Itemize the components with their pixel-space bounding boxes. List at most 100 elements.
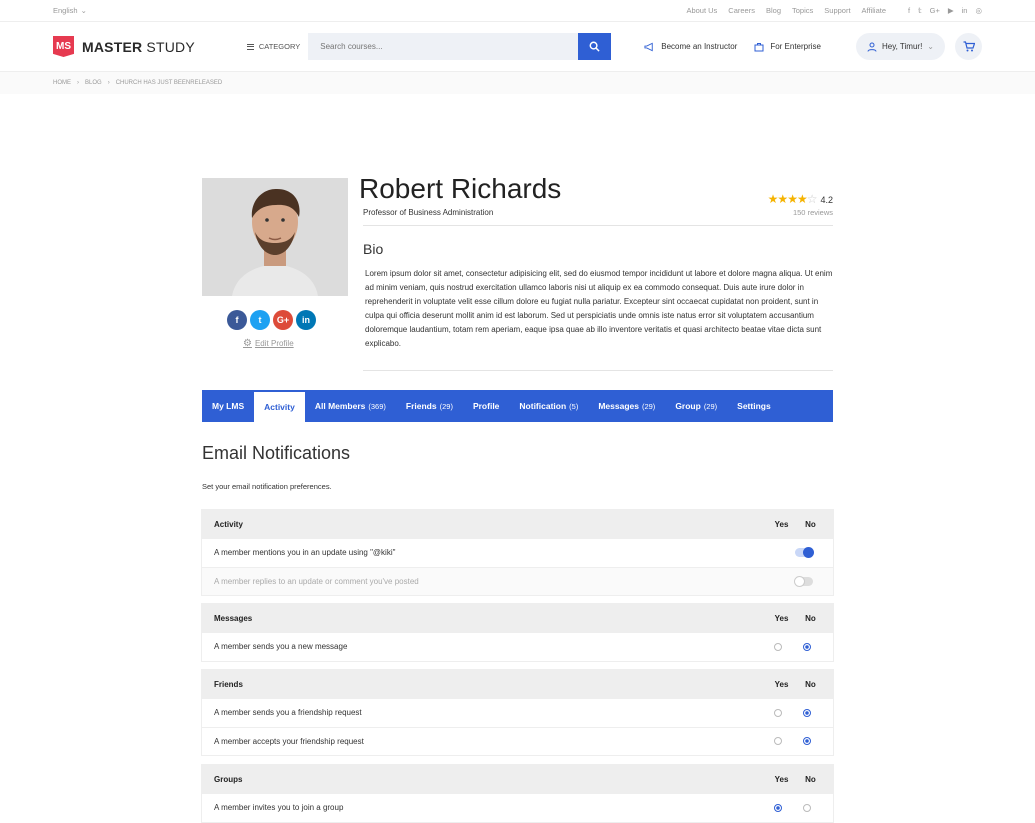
no-radio[interactable] [792,803,821,812]
breadcrumb-item[interactable]: BLOG [85,80,102,86]
linkedin-icon: in [302,315,310,325]
tab-count: (29) [703,401,718,411]
top-link-affiliate[interactable]: Affiliate [862,6,886,15]
section-header: Messages Yes No [202,604,833,632]
tab-notification[interactable]: Notification (5) [509,390,588,422]
yes-column-label: Yes [774,774,789,784]
language-selector[interactable]: English ⌄ [53,6,87,15]
notification-row: A member mentions you in an update using… [202,538,833,567]
section-title: Groups [214,774,243,784]
top-link-careers[interactable]: Careers [728,6,755,15]
notification-toggle[interactable] [794,575,813,587]
twitter-icon[interactable]: 𝕥 [918,6,922,15]
become-instructor-link[interactable]: Become an Instructor [644,42,737,52]
top-link-support[interactable]: Support [824,6,850,15]
yes-radio[interactable] [763,737,792,746]
notification-control [763,642,821,651]
linkedin-icon[interactable]: in [962,6,968,15]
tab-label: Messages [598,401,639,411]
gear-icon: ⚙ [243,338,252,349]
for-enterprise-link[interactable]: For Enterprise [754,42,821,52]
no-column-label: No [805,519,816,529]
radio-dot [773,737,782,746]
tab-profile[interactable]: Profile [463,390,509,422]
search-button[interactable] [578,33,612,60]
yes-column-label: Yes [774,679,789,689]
star-filled-icon: ★ [796,192,808,206]
for-enterprise-label: For Enterprise [770,42,821,51]
top-social-links: f 𝕥 G+ ▶ in ◎ [908,6,982,15]
no-column-label: No [805,679,816,689]
tab-settings[interactable]: Settings [727,390,781,422]
logo-text: MASTER STUDY [82,38,195,55]
tab-count: (29) [439,401,453,411]
notification-label: A member accepts your friendship request [214,736,364,746]
notification-row: A member replies to an update or comment… [202,566,833,595]
notification-row: A member sends you a friendship request [202,698,833,727]
briefcase-icon [754,42,764,51]
tab-label: Activity [264,402,295,412]
tab-label: Settings [737,401,771,411]
notification-control [795,547,821,559]
tab-my-lms[interactable]: My LMS [202,390,254,422]
section-header: Friends Yes No [202,670,833,698]
top-link-topics[interactable]: Topics [792,6,813,15]
logo[interactable]: MS MASTER STUDY [53,36,195,57]
yes-radio[interactable] [763,642,792,651]
star-filled-icon: ★ [767,192,779,206]
yes-radio[interactable] [763,708,792,717]
search-icon [589,41,600,52]
facebook-icon[interactable]: f [908,6,910,15]
twitter-button[interactable]: t [250,310,270,330]
chevron-right-icon: › [77,80,79,86]
notification-label: A member replies to an update or comment… [214,576,419,586]
cart-icon [963,41,975,52]
radio-dot [773,708,782,717]
tab-count: (29) [641,401,656,411]
facebook-button[interactable]: f [227,310,247,330]
linkedin-button[interactable]: in [296,310,316,330]
user-menu-button[interactable]: Hey, Timur! ⌄ [855,33,945,60]
top-link-blog[interactable]: Blog [766,6,781,15]
yes-radio[interactable] [763,803,792,812]
tab-activity[interactable]: Activity [254,392,305,422]
section-header: Groups Yes No [202,765,833,793]
rating-stars: ★★★★☆ [767,192,818,206]
youtube-icon[interactable]: ▶ [948,6,954,15]
user-greeting: Hey, Timur! [881,42,923,51]
tab-all-members[interactable]: All Members (369) [305,390,396,422]
notification-section-activity: Activity Yes No A member mentions you in an… [201,509,834,596]
tab-messages[interactable]: Messages (29) [588,390,665,422]
breadcrumb-item: CHURCH HAS JUST BEENRELEASED [115,80,223,86]
no-radio[interactable] [792,737,821,746]
search-input[interactable] [308,33,579,60]
breadcrumb-item[interactable]: HOME [53,80,71,86]
notification-control [763,803,821,812]
tab-label: Friends [405,401,437,411]
tab-group[interactable]: Group (29) [665,390,727,422]
no-radio[interactable] [792,642,821,651]
no-radio[interactable] [792,708,821,717]
category-label: CATEGORY [258,42,301,51]
no-column-label: No [805,774,816,784]
rating-value: 4.2 [820,195,833,205]
notification-label: A member mentions you in an update using… [214,548,396,558]
star-empty-icon: ☆ [806,192,818,206]
tab-count: (369) [368,401,386,411]
googleplus-icon[interactable]: G+ [930,6,940,15]
cart-button[interactable] [955,33,982,60]
edit-profile-label: Edit Profile [254,339,294,348]
tab-label: Group [675,401,701,411]
become-instructor-label: Become an Instructor [661,42,738,51]
edit-profile-link[interactable]: ⚙ Edit Profile [243,338,294,349]
search-bar [308,33,612,60]
notification-control [763,708,821,717]
section-header: Activity Yes No [202,510,833,538]
instagram-icon[interactable]: ◎ [975,6,982,15]
category-menu-button[interactable]: CATEGORY [246,42,301,51]
notification-toggle[interactable] [795,547,814,559]
top-link-about-us[interactable]: About Us [686,6,717,15]
tab-friends[interactable]: Friends (29) [396,390,463,422]
notification-control [794,575,821,587]
googleplus-button[interactable]: G+ [273,310,293,330]
